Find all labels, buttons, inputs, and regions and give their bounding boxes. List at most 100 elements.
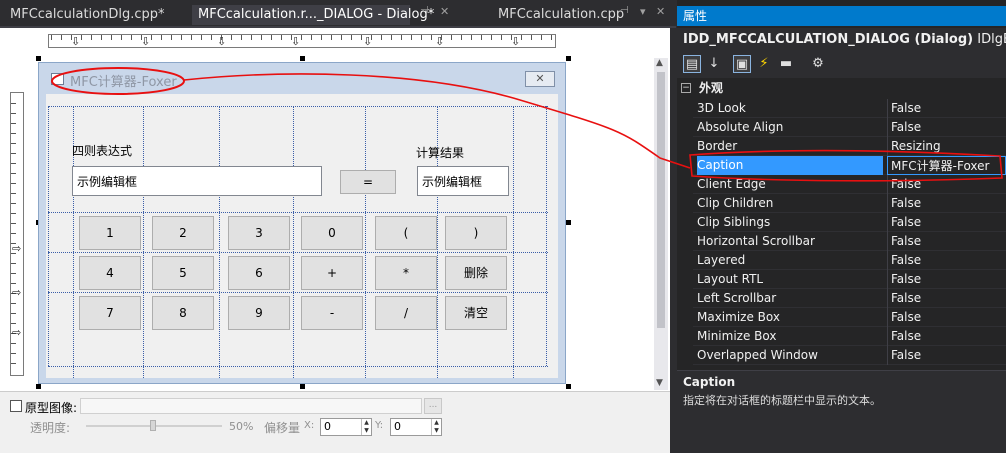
dialog-client-area[interactable]: 四则表达式 计算结果 示例编辑框 = 示例编辑框 1 2 3 0 ( ) 4 5… [46, 94, 558, 378]
calc-button[interactable]: 8 [152, 296, 214, 330]
calc-button[interactable]: - [301, 296, 363, 330]
ruler-guide-marker[interactable]: ⇨ [12, 243, 21, 254]
expression-edit[interactable]: 示例编辑框 [72, 166, 322, 196]
calc-button[interactable]: ) [445, 216, 507, 250]
pin-icon[interactable]: ⊣ [420, 5, 429, 16]
property-row[interactable]: Layout RTL False [693, 270, 1006, 289]
dialog-preview[interactable]: MFC计算器-Foxer ✕ 四则表达式 计算结果 示例编辑框 = 示例编辑框 … [38, 62, 566, 384]
ruler-guide-marker[interactable]: ⇩ [511, 36, 520, 47]
equals-button[interactable]: = [340, 170, 396, 194]
property-value[interactable]: False [887, 270, 1006, 289]
events-icon[interactable]: ⚡ [755, 55, 773, 73]
ruler-guide-marker[interactable]: ⇩ [141, 36, 150, 47]
alphabetical-icon[interactable]: ↓ [705, 55, 723, 73]
properties-object-selector[interactable]: IDD_MFCCALCULATION_DIALOG (Dialog) IDlgE… [677, 28, 1006, 52]
scroll-up-icon[interactable]: ▲ [656, 58, 663, 68]
property-row[interactable]: Minimize Box False [693, 327, 1006, 346]
calc-button[interactable]: ( [375, 216, 437, 250]
property-row[interactable]: Horizontal Scrollbar False [693, 232, 1006, 251]
property-pages-icon[interactable]: ⚙ [809, 55, 827, 73]
vertical-scrollbar[interactable]: ▲ ▼ [654, 58, 668, 390]
scrollbar-thumb[interactable] [657, 72, 665, 328]
pin-icon[interactable]: ⊣ [620, 5, 629, 16]
y-offset-spinner[interactable]: 0 ▲ ▼ [390, 418, 442, 436]
property-row[interactable]: Left Scrollbar False [693, 289, 1006, 308]
resize-handle[interactable] [566, 384, 571, 389]
calc-button[interactable]: + [301, 256, 363, 290]
calc-button[interactable]: 7 [79, 296, 141, 330]
property-value[interactable]: False [887, 118, 1006, 137]
property-row[interactable]: Clip Siblings False [693, 213, 1006, 232]
property-value[interactable]: False [887, 346, 1006, 365]
property-value[interactable]: False [887, 232, 1006, 251]
calc-button[interactable]: 1 [79, 216, 141, 250]
ruler-guide-marker[interactable]: ⇩ [435, 36, 444, 47]
resize-handle[interactable] [36, 384, 41, 389]
delete-button[interactable]: 删除 [445, 256, 507, 290]
ruler-guide-marker[interactable]: ⇨ [12, 287, 21, 298]
clear-button[interactable]: 清空 [445, 296, 507, 330]
close-tab-icon[interactable]: ✕ [440, 5, 449, 18]
calc-button[interactable]: 6 [228, 256, 290, 290]
property-row[interactable]: Layered False [693, 251, 1006, 270]
resize-handle[interactable] [566, 220, 571, 225]
category-appearance[interactable]: − 外观 [677, 79, 1006, 98]
property-value[interactable]: Resizing [887, 137, 1006, 156]
calc-button[interactable]: 3 [228, 216, 290, 250]
calc-button[interactable]: 9 [228, 296, 290, 330]
property-value[interactable]: False [887, 194, 1006, 213]
calc-button[interactable]: * [375, 256, 437, 290]
property-value[interactable]: False [887, 251, 1006, 270]
resize-handle[interactable] [300, 384, 305, 389]
resize-handle[interactable] [300, 56, 305, 61]
property-value[interactable]: False [887, 175, 1006, 194]
collapse-icon[interactable]: − [681, 83, 691, 93]
spinner-arrows-icon[interactable]: ▲ ▼ [361, 419, 371, 435]
tab-dropdown-icon[interactable]: ▾ [640, 5, 646, 18]
close-tab-icon[interactable]: ✕ [656, 5, 665, 18]
property-value[interactable]: MFC计算器-Foxer [887, 156, 1006, 175]
property-row[interactable]: 3D Look False [693, 99, 1006, 118]
dialog-close-button[interactable]: ✕ [525, 71, 555, 87]
property-row[interactable]: Overlapped Window False [693, 346, 1006, 365]
property-value[interactable]: False [887, 289, 1006, 308]
resize-handle[interactable] [566, 56, 571, 61]
ruler-guide-marker[interactable]: ⇩ [363, 36, 372, 47]
calc-button[interactable]: 5 [152, 256, 214, 290]
ruler-guide-marker[interactable]: ⇨ [12, 327, 21, 338]
property-row[interactable]: Maximize Box False [693, 308, 1006, 327]
ruler-guide-marker[interactable]: ⇩ [217, 36, 226, 47]
property-row[interactable]: Clip Children False [693, 194, 1006, 213]
browse-button[interactable]: ... [424, 398, 442, 414]
opacity-slider-thumb[interactable] [150, 420, 156, 431]
x-offset-spinner[interactable]: 0 ▲ ▼ [320, 418, 372, 436]
scroll-down-icon[interactable]: ▼ [656, 378, 663, 388]
property-row[interactable]: Client Edge False [693, 175, 1006, 194]
properties-icon[interactable]: ▣ [733, 55, 751, 73]
calc-button[interactable]: 4 [79, 256, 141, 290]
property-value[interactable]: False [887, 99, 1006, 118]
vertical-ruler[interactable]: ⇨ ⇨ ⇨ [10, 92, 24, 376]
property-row-selected[interactable]: Caption MFC计算器-Foxer [693, 156, 1006, 175]
ruler-guide-marker[interactable]: ⇩ [291, 36, 300, 47]
property-row[interactable]: Border Resizing [693, 137, 1006, 156]
calc-button[interactable]: 2 [152, 216, 214, 250]
spinner-arrows-icon[interactable]: ▲ ▼ [431, 419, 441, 435]
property-value[interactable]: False [887, 213, 1006, 232]
result-edit[interactable]: 示例编辑框 [417, 166, 509, 196]
property-row[interactable]: Absolute Align False [693, 118, 1006, 137]
prototype-image-checkbox[interactable] [10, 400, 22, 412]
tab-mfccalculationdlg-cpp[interactable]: MFCcalculationDlg.cpp* [4, 5, 184, 25]
categorized-icon[interactable]: ▤ [683, 55, 701, 73]
property-value[interactable]: False [887, 327, 1006, 346]
tab-mfccalculation-cpp[interactable]: MFCcalculation.cpp [492, 5, 624, 25]
ruler-guide-marker[interactable]: ⇩ [71, 36, 80, 47]
horizontal-ruler[interactable]: ⇩ ⇩ ⇩ ⇩ ⇩ ⇩ ⇩ [48, 34, 556, 48]
property-value[interactable]: False [887, 308, 1006, 327]
calc-button[interactable]: / [375, 296, 437, 330]
prototype-image-path-field[interactable] [80, 398, 422, 414]
messages-icon[interactable]: ▬ [777, 55, 795, 73]
tab-dialog-resource[interactable]: MFCcalculation.r..._DIALOG - Dialog* [192, 5, 434, 25]
resize-handle[interactable] [36, 56, 41, 61]
calc-button[interactable]: 0 [301, 216, 363, 250]
